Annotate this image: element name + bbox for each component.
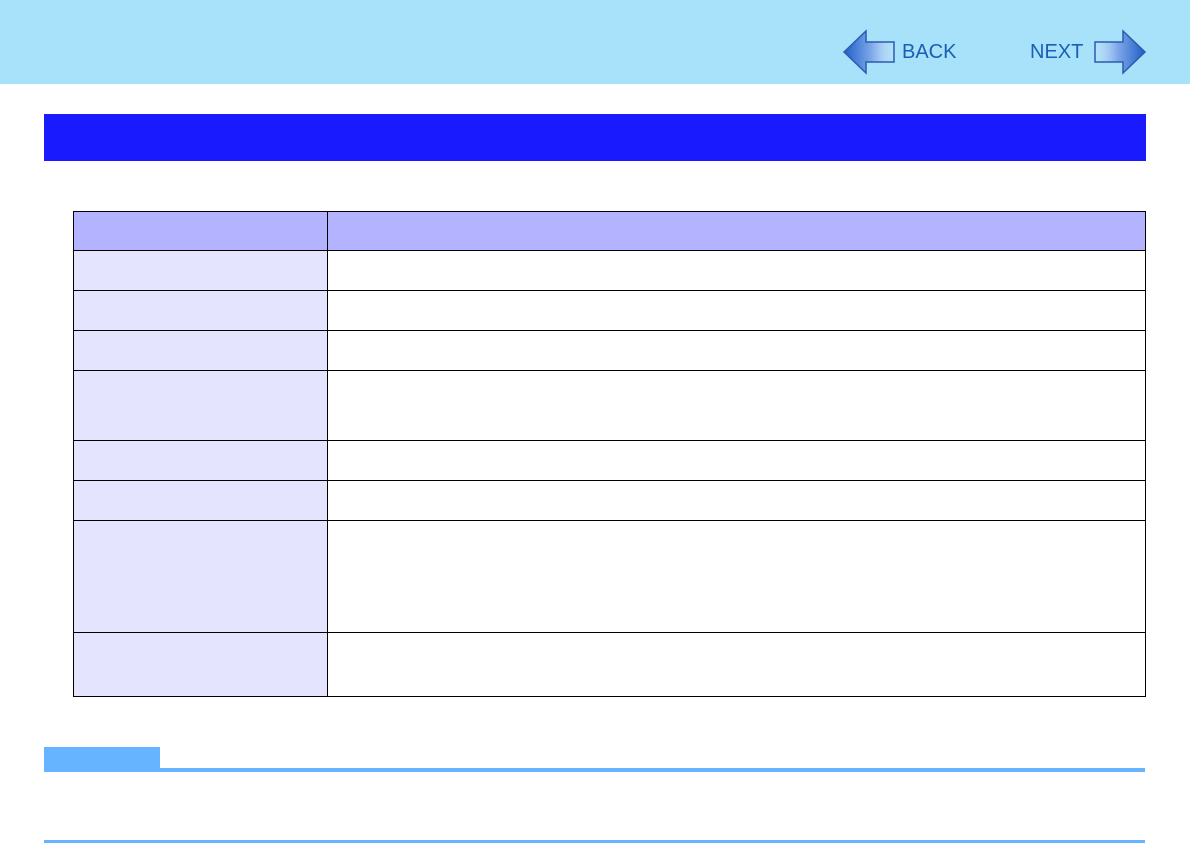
table-row xyxy=(73,440,1146,481)
spec-table xyxy=(73,211,1146,697)
note-divider-bottom xyxy=(44,840,1145,843)
table-row xyxy=(73,330,1146,371)
next-button[interactable]: NEXT xyxy=(1030,28,1147,76)
table-header-cell xyxy=(73,211,328,251)
row-value xyxy=(327,370,1146,441)
next-arrow-icon xyxy=(1093,29,1147,75)
row-label xyxy=(73,632,328,697)
top-navigation-bar: BACK NEXT xyxy=(0,0,1190,84)
table-header-cell xyxy=(327,211,1146,251)
table-row xyxy=(73,290,1146,331)
row-value xyxy=(327,480,1146,521)
note-text xyxy=(60,778,1130,834)
row-value xyxy=(327,440,1146,481)
table-row xyxy=(73,480,1146,521)
row-label xyxy=(73,250,328,291)
row-label xyxy=(73,520,328,633)
back-arrow-icon xyxy=(842,29,896,75)
table-row xyxy=(73,250,1146,291)
note-divider-top xyxy=(44,768,1145,772)
back-button[interactable]: BACK xyxy=(842,28,956,76)
row-label xyxy=(73,330,328,371)
table-row xyxy=(73,370,1146,441)
next-label: NEXT xyxy=(1030,40,1084,63)
row-value xyxy=(327,290,1146,331)
table-header-row xyxy=(73,211,1146,251)
row-value xyxy=(327,330,1146,371)
page-title xyxy=(44,114,1146,161)
back-label: BACK xyxy=(902,40,957,63)
row-value xyxy=(327,250,1146,291)
row-label xyxy=(73,370,328,441)
row-value xyxy=(327,632,1146,697)
table-row xyxy=(73,632,1146,697)
row-value xyxy=(327,520,1146,633)
note-tab xyxy=(44,747,160,769)
row-label xyxy=(73,480,328,521)
table-row xyxy=(73,520,1146,633)
row-label xyxy=(73,290,328,331)
row-label xyxy=(73,440,328,481)
